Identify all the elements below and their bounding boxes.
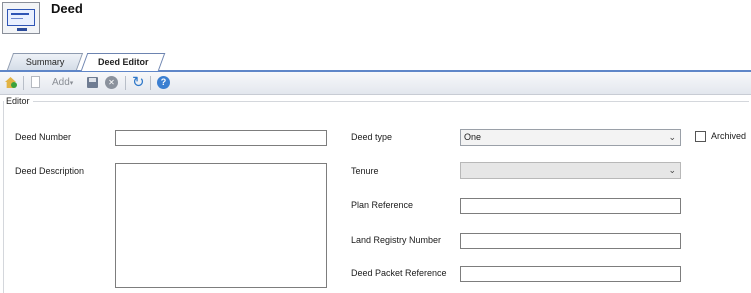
deed-number-field[interactable]: [115, 130, 327, 146]
deed-packet-reference-label: Deed Packet Reference: [351, 268, 447, 278]
land-registry-number-field[interactable]: [460, 233, 681, 249]
deed-packet-reference-field[interactable]: [460, 266, 681, 282]
new-page-icon[interactable]: [29, 76, 42, 89]
land-registry-number-label: Land Registry Number: [351, 235, 442, 245]
help-icon[interactable]: [157, 76, 170, 89]
archived-checkbox[interactable]: [695, 131, 706, 142]
deed-certificate-icon: [2, 2, 40, 34]
page-title: Deed: [51, 1, 83, 16]
toolbar: Add▾: [0, 72, 751, 95]
archived-label: Archived: [711, 131, 747, 141]
chevron-down-icon: ⌄: [668, 165, 676, 175]
editor-group-border-left: [3, 101, 4, 293]
home-icon[interactable]: [4, 76, 17, 89]
toolbar-separator: [125, 76, 126, 90]
cancel-icon[interactable]: [105, 76, 118, 89]
deed-description-field[interactable]: [115, 163, 327, 288]
add-dropdown-icon: ▾: [69, 80, 74, 87]
tab-deed-editor-label: Deed Editor: [97, 57, 149, 67]
deed-type-select[interactable]: One ⌄: [460, 129, 681, 146]
tab-strip: Summary Deed Editor: [0, 53, 751, 71]
add-button[interactable]: Add▾: [52, 77, 73, 88]
chevron-down-icon: ⌄: [668, 132, 676, 142]
deed-number-label: Deed Number: [15, 132, 72, 142]
toolbar-separator: [150, 76, 151, 90]
tenure-label: Tenure: [351, 166, 379, 176]
toolbar-separator: [23, 76, 24, 90]
editor-group-title: Editor: [6, 96, 30, 106]
refresh-icon[interactable]: [132, 73, 145, 91]
plan-reference-label: Plan Reference: [351, 200, 414, 210]
deed-description-label: Deed Description: [15, 166, 85, 176]
editor-group-border: [33, 101, 749, 102]
tab-summary-label: Summary: [25, 57, 65, 67]
tenure-select[interactable]: ⌄: [460, 162, 681, 179]
deed-type-label: Deed type: [351, 132, 393, 142]
save-icon[interactable]: [86, 76, 99, 89]
tab-summary[interactable]: Summary: [6, 53, 84, 70]
deed-type-value: One: [464, 132, 482, 142]
plan-reference-field[interactable]: [460, 198, 681, 214]
add-button-label: Add: [52, 77, 70, 88]
tab-deed-editor[interactable]: Deed Editor: [80, 53, 166, 71]
